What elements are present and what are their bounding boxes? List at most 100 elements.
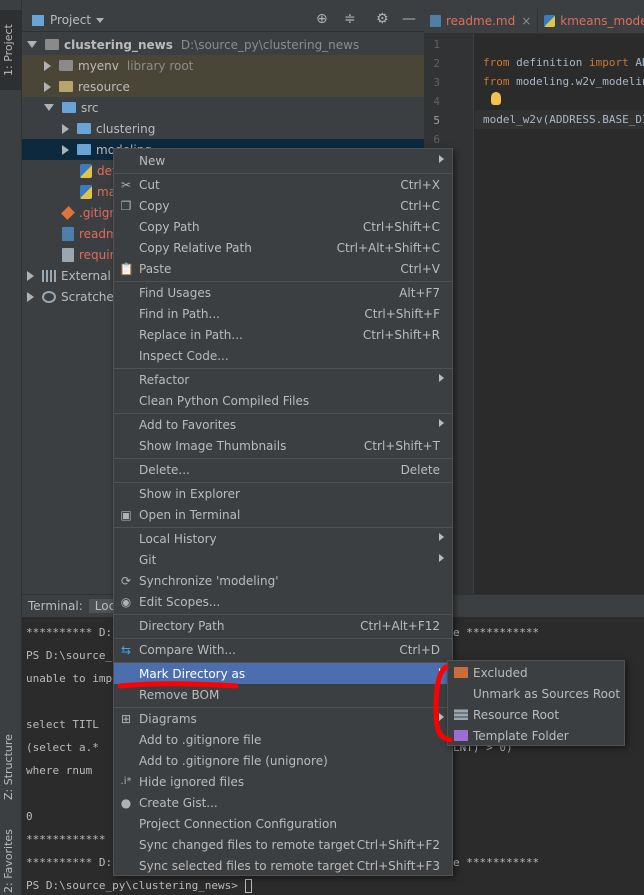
code-line-3: from modeling.w2v_modeling xyxy=(483,75,644,88)
minimize-icon[interactable]: — xyxy=(402,11,416,27)
menu-item-remove-bom[interactable]: Remove BOM xyxy=(114,684,452,705)
scratches-icon xyxy=(42,290,56,303)
menu-item-add-to-gitignore-unignore[interactable]: Add to .gitignore file (unignore) xyxy=(114,750,452,771)
menu-item-paste[interactable]: 📋 Paste Ctrl+V xyxy=(114,258,452,279)
code-line-2: from definition import ADDR xyxy=(483,56,644,69)
collapse-icon[interactable]: ≑ xyxy=(344,11,356,27)
expand-arrow-icon[interactable] xyxy=(27,291,34,302)
tree-item-myenv[interactable]: myenv library root xyxy=(22,55,424,76)
menu-item-sync-selected-files[interactable]: Sync selected files to remote target Ctrl… xyxy=(114,855,452,876)
menu-item-mark-directory-as[interactable]: Mark Directory as xyxy=(114,663,452,684)
terminal-line: ************ 1 xyxy=(26,833,119,846)
code-editor[interactable]: from definition import ADDR from modelin… xyxy=(475,34,644,594)
mark-directory-submenu: Excluded Unmark as Sources Root Resource… xyxy=(447,660,625,746)
project-folder-icon xyxy=(32,15,44,26)
favorites-tool-tab[interactable]: 2: Favorites xyxy=(2,815,15,893)
menu-item-edit-scopes[interactable]: ◉ Edit Scopes... xyxy=(114,591,452,612)
terminal-line: where rnum xyxy=(26,764,93,777)
project-panel-title[interactable]: Project xyxy=(50,13,91,27)
terminal-line: PS D:\source_ xyxy=(26,649,113,662)
folder-icon xyxy=(59,81,73,92)
menu-item-new[interactable]: New xyxy=(114,150,452,171)
chevron-down-icon[interactable] xyxy=(96,18,104,23)
python-file-icon xyxy=(80,163,92,178)
expand-arrow-icon[interactable] xyxy=(27,41,37,48)
submenu-arrow-icon xyxy=(439,419,444,427)
copy-icon: ❐ xyxy=(120,198,132,213)
menu-item-copy-path[interactable]: Copy Path Ctrl+Shift+C xyxy=(114,216,452,237)
expand-arrow-icon[interactable] xyxy=(27,270,34,281)
project-tool-tab[interactable]: 1: Project xyxy=(0,10,22,90)
lightbulb-icon[interactable] xyxy=(491,92,501,105)
github-icon: ● xyxy=(120,795,132,810)
menu-item-compare-with[interactable]: ⇆ Compare With... Ctrl+D xyxy=(114,639,452,660)
menu-item-replace-in-path[interactable]: Replace in Path... Ctrl+Shift+R xyxy=(114,324,452,345)
markdown-file-icon xyxy=(62,226,74,241)
tree-item-root[interactable]: clustering_news D:\source_py\clustering_… xyxy=(22,34,424,55)
tree-item-resource[interactable]: resource xyxy=(22,76,424,97)
terminal-line: ********** D:\ xyxy=(26,856,119,869)
menu-item-synchronize[interactable]: ⟳ Synchronize 'modeling' xyxy=(114,570,452,591)
folder-icon xyxy=(77,123,91,134)
folder-icon xyxy=(77,144,91,155)
line-number: 1 xyxy=(433,38,440,51)
structure-tool-tab[interactable]: Z: Structure xyxy=(2,720,15,800)
sync-icon: ⟳ xyxy=(120,573,132,588)
tab-label: kmeans_model xyxy=(560,14,644,28)
submenu-item-unmark-sources-root[interactable]: Unmark as Sources Root xyxy=(448,683,624,704)
expand-arrow-icon[interactable] xyxy=(44,81,51,92)
paste-icon: 📋 xyxy=(119,261,134,276)
submenu-item-resource-root[interactable]: Resource Root xyxy=(448,704,624,725)
menu-item-local-history[interactable]: Local History xyxy=(114,528,452,549)
submenu-arrow-icon xyxy=(439,533,444,541)
line-number: 3 xyxy=(433,76,440,89)
menu-item-create-gist[interactable]: ● Create Gist... xyxy=(114,792,452,813)
submenu-item-excluded[interactable]: Excluded xyxy=(448,662,624,683)
menu-item-show-in-explorer[interactable]: Show in Explorer xyxy=(114,483,452,504)
menu-item-refactor[interactable]: Refactor xyxy=(114,369,452,390)
gitignore-file-icon xyxy=(61,205,75,220)
close-icon[interactable]: × xyxy=(521,14,531,28)
left-tool-strip: 1: Project Z: Structure 2: Favorites xyxy=(0,0,22,895)
line-number: 2 xyxy=(433,57,440,70)
terminal-prompt[interactable]: PS D:\source_py\clustering_news> xyxy=(26,879,252,893)
menu-item-delete[interactable]: Delete... Delete xyxy=(114,459,452,480)
folder-icon xyxy=(59,60,73,71)
menu-item-project-connection-config[interactable]: Project Connection Configuration xyxy=(114,813,452,834)
submenu-item-template-folder[interactable]: Template Folder xyxy=(448,725,624,746)
menu-item-sync-changed-files[interactable]: Sync changed files to remote target Ctrl+… xyxy=(114,834,452,855)
expand-arrow-icon[interactable] xyxy=(44,104,54,111)
gear-icon[interactable]: ⚙ xyxy=(376,11,389,27)
library-icon xyxy=(42,269,56,282)
menu-item-git[interactable]: Git xyxy=(114,549,452,570)
expand-arrow-icon[interactable] xyxy=(44,60,51,71)
menu-item-inspect-code[interactable]: Inspect Code... xyxy=(114,345,452,366)
target-icon[interactable]: ⊕ xyxy=(316,11,328,27)
menu-item-open-in-terminal[interactable]: ▣ Open in Terminal xyxy=(114,504,452,525)
menu-item-directory-path[interactable]: Directory Path Ctrl+Alt+F12 xyxy=(114,615,452,636)
menu-item-find-usages[interactable]: Find Usages Alt+F7 xyxy=(114,282,452,303)
expand-arrow-icon[interactable] xyxy=(62,144,69,155)
menu-item-hide-ignored-files[interactable]: .i* Hide ignored files xyxy=(114,771,452,792)
menu-item-clean-python-compiled[interactable]: Clean Python Compiled Files xyxy=(114,390,452,411)
menu-item-find-in-path[interactable]: Find in Path... Ctrl+Shift+F xyxy=(114,303,452,324)
folder-icon xyxy=(62,102,76,113)
menu-item-add-to-favorites[interactable]: Add to Favorites xyxy=(114,414,452,435)
template-folder-icon xyxy=(454,730,468,741)
terminal-line: (select a.* xyxy=(26,741,99,754)
menu-item-copy-relative-path[interactable]: Copy Relative Path Ctrl+Alt+Shift+C xyxy=(114,237,452,258)
tree-item-src[interactable]: src xyxy=(22,97,424,118)
menu-item-cut[interactable]: ✂ Cut Ctrl+X xyxy=(114,174,452,195)
expand-arrow-icon[interactable] xyxy=(62,123,69,134)
terminal-line: unable to impo xyxy=(26,672,119,685)
menu-item-copy[interactable]: ❐ Copy Ctrl+C xyxy=(114,195,452,216)
editor-tab-bar: readme.md × kmeans_model xyxy=(424,9,644,34)
menu-item-show-image-thumbnails[interactable]: Show Image Thumbnails Ctrl+Shift+T xyxy=(114,435,452,456)
project-panel-header: Project ⊕ ≑ ⚙ — xyxy=(22,9,424,32)
menu-item-diagrams[interactable]: ⊞ Diagrams xyxy=(114,708,452,729)
tree-item-clustering[interactable]: clustering xyxy=(22,118,424,139)
tab-kmeans-model[interactable]: kmeans_model xyxy=(538,9,644,33)
tab-readme[interactable]: readme.md × xyxy=(424,9,539,33)
menu-item-add-to-gitignore[interactable]: Add to .gitignore file xyxy=(114,729,452,750)
tree-item-label: resource xyxy=(78,79,130,94)
